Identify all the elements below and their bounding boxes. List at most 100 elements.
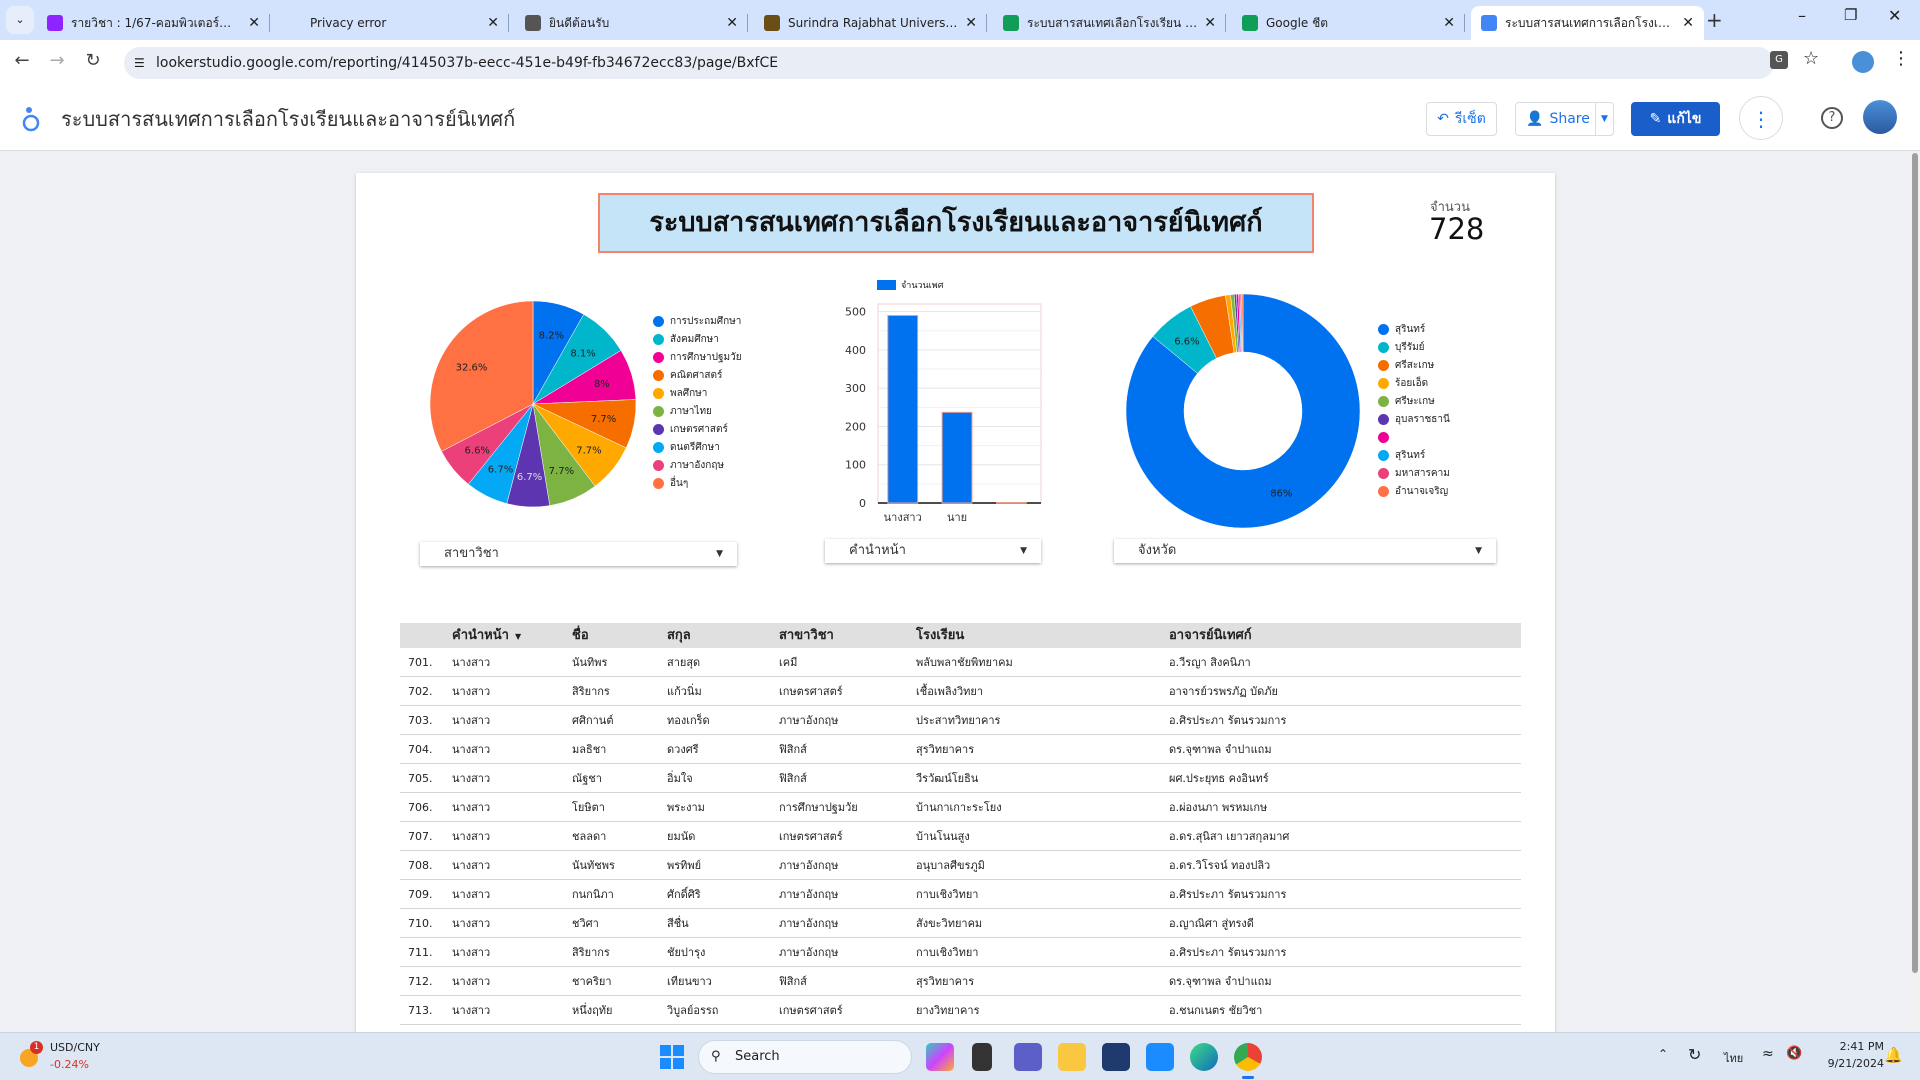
- more-options-button[interactable]: ⋮: [1739, 96, 1783, 140]
- language-indicator[interactable]: ไทย: [1724, 1049, 1743, 1067]
- legend-item[interactable]: ศรีสะเกษ: [1378, 356, 1450, 374]
- legend-item[interactable]: การประถมศึกษา: [653, 312, 742, 330]
- browser-tab[interactable]: Google ชีต ✕: [1232, 6, 1465, 40]
- clock-date[interactable]: 9/21/2024: [1818, 1057, 1884, 1070]
- legend-item[interactable]: อื่นๆ: [653, 474, 742, 492]
- legend-item[interactable]: เกษตรศาสตร์: [653, 420, 742, 438]
- close-window-button[interactable]: ✕: [1888, 6, 1901, 25]
- reset-button[interactable]: ↶ รีเซ็ต: [1426, 102, 1497, 136]
- microsoft-store-icon[interactable]: [1102, 1043, 1130, 1071]
- table-row[interactable]: 704. นางสาว มลธิชา ดวงศรี ฟิสิกส์ สุรวิทยาคาร…: [400, 735, 1521, 764]
- forward-button[interactable]: →: [44, 50, 70, 71]
- table-row[interactable]: 708. นางสาว นันทัชพร พรทิพย์ ภาษาอังกฤษ อนุบา…: [400, 851, 1521, 880]
- report-name[interactable]: ระบบสารสนเทศการเลือกโรงเรียนและอาจารย์นิ…: [61, 103, 515, 135]
- user-avatar[interactable]: [1863, 100, 1897, 134]
- close-tab-icon[interactable]: ✕: [1682, 15, 1694, 31]
- share-button[interactable]: 👤 Share ▼: [1515, 102, 1614, 136]
- edit-button[interactable]: ✎ แก้ไข: [1631, 102, 1720, 136]
- legend-item[interactable]: คณิตศาสตร์: [653, 366, 742, 384]
- table-row[interactable]: 712. นางสาว ชาคริยา เทียนขาว ฟิสิกส์ สุรวิทยา…: [400, 967, 1521, 996]
- table-row[interactable]: 711. นางสาว สิริยากร ชัยปารุง ภาษาอังกฤษ กาบเ…: [400, 938, 1521, 967]
- bookmark-star-icon[interactable]: ☆: [1803, 48, 1819, 69]
- table-row[interactable]: 703. นางสาว ศศิกานต์ ทองเกร็ด ภาษาอังกฤษ ประส…: [400, 706, 1521, 735]
- translate-icon[interactable]: G: [1770, 51, 1788, 69]
- legend-item[interactable]: บุรีรัมย์: [1378, 338, 1450, 356]
- table-row[interactable]: 702. นางสาว สิริยากร แก้วนิ่ม เกษตรศาสตร์ เชื…: [400, 677, 1521, 706]
- new-tab-button[interactable]: +: [1706, 8, 1723, 32]
- teams-icon[interactable]: [1014, 1043, 1042, 1071]
- site-info-icon[interactable]: ☰: [134, 47, 145, 79]
- column-header[interactable]: ชื่อ: [572, 623, 589, 648]
- table-row[interactable]: 706. นางสาว โยษิตา พระงาม การศึกษาปฐมวัย บ้าน…: [400, 793, 1521, 822]
- tab-search-button[interactable]: ⌄: [6, 6, 34, 34]
- table-row[interactable]: 710. นางสาว ชวิศา สีชื่น ภาษาอังกฤษ สังขะวิทย…: [400, 909, 1521, 938]
- close-tab-icon[interactable]: ✕: [248, 15, 260, 31]
- task-view-icon[interactable]: [972, 1043, 992, 1071]
- url-bar[interactable]: ☰ lookerstudio.google.com/reporting/4145…: [124, 47, 1774, 79]
- chrome-icon[interactable]: [1234, 1043, 1262, 1071]
- legend-item[interactable]: สุรินทร์: [1378, 320, 1450, 338]
- legend-item[interactable]: มหาสารคาม: [1378, 464, 1450, 482]
- weather-widget[interactable]: 1 USD/CNY -0.24%: [18, 1039, 128, 1077]
- prefix-filter-dropdown[interactable]: คำนำหน้า ▼: [825, 539, 1041, 563]
- volume-muted-icon[interactable]: 🔇: [1786, 1046, 1802, 1061]
- legend-item[interactable]: ภาษาอังกฤษ: [653, 456, 742, 474]
- legend-item[interactable]: พลศึกษา: [653, 384, 742, 402]
- table-row[interactable]: 713. นางสาว หนึ่งฤทัย วิบูลย์อรรถ เกษตรศาสตร…: [400, 996, 1521, 1025]
- column-header[interactable]: สาขาวิชา: [779, 623, 834, 648]
- profile-avatar[interactable]: [1852, 51, 1874, 73]
- close-tab-icon[interactable]: ✕: [1443, 15, 1455, 31]
- legend-item[interactable]: ศรีษะเกษ: [1378, 392, 1450, 410]
- share-dropdown-chevron-icon[interactable]: ▼: [1595, 103, 1613, 135]
- browser-tab[interactable]: ระบบสารสนเทศเลือกโรงเรียน โดย น✕: [993, 6, 1226, 40]
- province-filter-dropdown[interactable]: จังหวัด ▼: [1114, 539, 1496, 563]
- browser-tab[interactable]: Privacy error ✕: [276, 6, 509, 40]
- browser-tab[interactable]: Surindra Rajabhat University | ม✕: [754, 6, 987, 40]
- table-row[interactable]: 707. นางสาว ชลลดา ยมนัด เกษตรศาสตร์ บ้านโนนสู…: [400, 822, 1521, 851]
- close-tab-icon[interactable]: ✕: [726, 15, 738, 31]
- legend-item[interactable]: ภาษาไทย: [653, 402, 742, 420]
- help-icon[interactable]: ?: [1821, 107, 1843, 129]
- wifi-icon[interactable]: ≈: [1762, 1046, 1774, 1062]
- close-tab-icon[interactable]: ✕: [487, 15, 499, 31]
- close-tab-icon[interactable]: ✕: [965, 15, 977, 31]
- major-filter-dropdown[interactable]: สาขาวิชา ▼: [420, 542, 737, 566]
- mail-icon[interactable]: [1146, 1043, 1174, 1071]
- legend-item[interactable]: สุรินทร์: [1378, 446, 1450, 464]
- clock-time[interactable]: 2:41 PM: [1826, 1040, 1884, 1053]
- back-button[interactable]: ←: [9, 50, 35, 71]
- close-tab-icon[interactable]: ✕: [1204, 15, 1216, 31]
- minimize-button[interactable]: –: [1798, 6, 1806, 25]
- browser-tab[interactable]: ยินดีต้อนรับ ✕: [515, 6, 748, 40]
- legend-item[interactable]: ดนตรีศึกษา: [653, 438, 742, 456]
- restore-button[interactable]: ❐: [1844, 6, 1857, 24]
- browser-tab[interactable]: ระบบสารสนเทศการเลือกโรงเรียนและ✕: [1471, 6, 1704, 40]
- column-header[interactable]: โรงเรียน: [916, 623, 964, 648]
- table-row[interactable]: 701. นางสาว นันทิพร สายสุด เคมี พลับพลาชัยพิท…: [400, 648, 1521, 677]
- widget-badge: 1: [30, 1041, 43, 1054]
- start-button[interactable]: [660, 1045, 684, 1069]
- file-explorer-icon[interactable]: [1058, 1043, 1086, 1071]
- legend-item[interactable]: อุบลราชธานี: [1378, 410, 1450, 428]
- legend-item[interactable]: [1378, 428, 1450, 446]
- browser-tab[interactable]: รายวิชา : 1/67-คอมพิวเตอร์สำหรับบ✕: [37, 6, 270, 40]
- legend-item[interactable]: อำนาจเจริญ: [1378, 482, 1450, 500]
- show-hidden-icons[interactable]: ⌃: [1658, 1047, 1668, 1061]
- scrollbar-thumb[interactable]: [1912, 153, 1918, 973]
- legend-item[interactable]: ร้อยเอ็ด: [1378, 374, 1450, 392]
- legend-item[interactable]: สังคมศึกษา: [653, 330, 742, 348]
- edge-icon[interactable]: [1190, 1043, 1218, 1071]
- column-header[interactable]: สกุล: [667, 623, 691, 648]
- sync-icon[interactable]: ↻: [1688, 1045, 1701, 1064]
- browser-menu-icon[interactable]: ⋮: [1892, 48, 1910, 69]
- column-header[interactable]: คำนำหน้า ▼: [452, 623, 521, 649]
- copilot-icon[interactable]: [926, 1043, 954, 1071]
- table-row[interactable]: 705. นางสาว ณัฐชา อิ่มใจ ฟิสิกส์ วีรวัฒน์โยธิ…: [400, 764, 1521, 793]
- notification-bell-icon[interactable]: 🔔: [1884, 1046, 1903, 1064]
- page-scrollbar[interactable]: [1910, 151, 1920, 1032]
- reload-button[interactable]: ↻: [80, 50, 106, 71]
- table-row[interactable]: 709. นางสาว กนกนิภา ศักดิ์ศิริ ภาษาอังกฤษ กาบ…: [400, 880, 1521, 909]
- taskbar-search-box[interactable]: ⚲ Search: [698, 1040, 912, 1074]
- legend-item[interactable]: การศึกษาปฐมวัย: [653, 348, 742, 366]
- column-header[interactable]: อาจารย์นิเทศก์: [1169, 623, 1252, 648]
